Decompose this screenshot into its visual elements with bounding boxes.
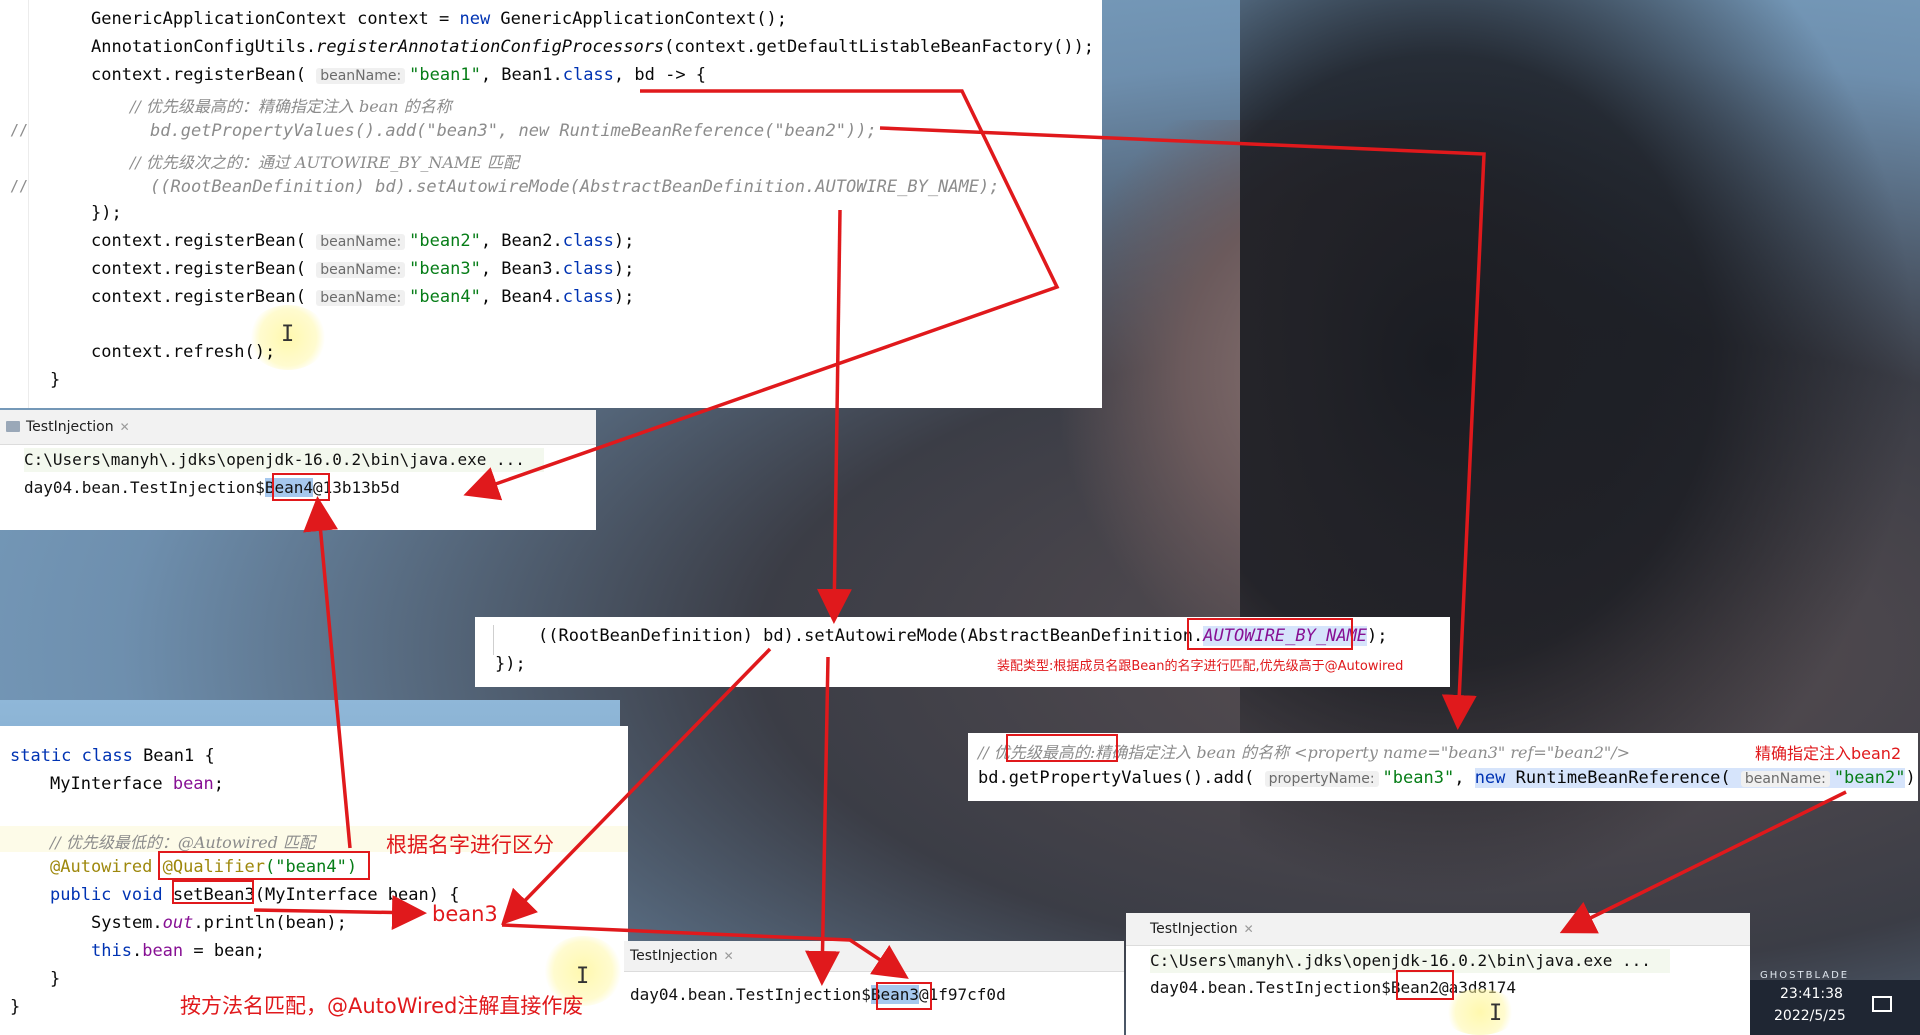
arrow-mid-to-console2: [805, 656, 841, 986]
arrow-setbean3-to-label: [253, 894, 427, 930]
arrow-mid-to-bean3: [501, 647, 772, 926]
arrow-right-to-console3: [1559, 790, 1847, 934]
arrow-bean1-to-console1: [463, 89, 1060, 501]
arrow-qualifier-to-console1: [303, 496, 352, 849]
arrow-autowire-to-mid: [816, 209, 852, 624]
arrow-property-to-right-snippet: [879, 126, 1486, 730]
annotation-arrows: [253, 89, 1847, 986]
arrow-bean3-to-console2: [501, 923, 909, 979]
